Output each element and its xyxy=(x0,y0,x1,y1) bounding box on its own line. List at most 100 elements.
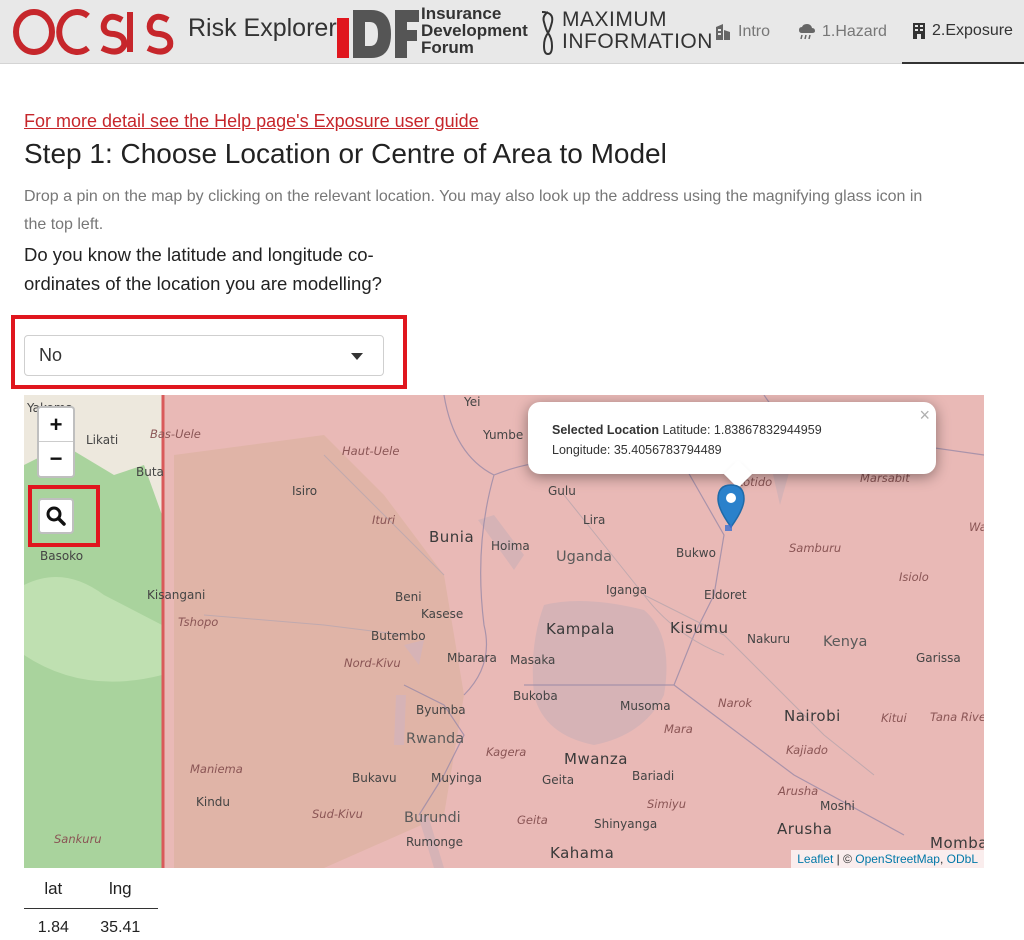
label-kagera: Kagera xyxy=(486,745,527,759)
idf-line-3: Forum xyxy=(421,38,474,57)
label-geita-region: Geita xyxy=(517,813,548,827)
label-garissa: Garissa xyxy=(916,651,961,665)
label-buta: Buta xyxy=(136,465,164,479)
label-geita: Geita xyxy=(542,773,575,787)
label-mwanza: Mwanza xyxy=(564,750,628,768)
label-lira: Lira xyxy=(583,513,606,527)
label-bas-uele: Bas-Uele xyxy=(150,427,201,441)
label-yumbe: Yumbe xyxy=(483,428,524,442)
label-wajir: Wa xyxy=(969,520,984,534)
coords-known-select[interactable]: No xyxy=(24,335,384,376)
tab-intro[interactable]: Intro xyxy=(714,0,770,64)
label-bukwo: Bukwo xyxy=(676,546,716,560)
idf-line-2: Development xyxy=(421,21,528,40)
label-isiro: Isiro xyxy=(292,484,318,498)
leaflet-link[interactable]: Leaflet xyxy=(797,852,833,866)
label-burundi: Burundi xyxy=(404,810,461,826)
label-kahama: Kahama xyxy=(550,844,615,862)
label-narok: Narok xyxy=(718,696,753,710)
table-row: 1.84 35.41 xyxy=(24,908,158,940)
label-shinyanga: Shinyanga xyxy=(594,817,658,831)
label-nakuru: Nakuru xyxy=(747,632,791,646)
coords-question-label: Do you know the latitude and longitude c… xyxy=(24,244,382,294)
label-masaka: Masaka xyxy=(510,653,556,667)
label-bukavu: Bukavu xyxy=(352,771,397,785)
location-popup: Selected Location Latitude: 1.8386783294… xyxy=(528,402,936,489)
label-kisumu: Kisumu xyxy=(670,619,729,637)
label-yei: Yei xyxy=(464,395,481,409)
popup-lat-label: Latitude: xyxy=(658,423,714,437)
label-bunia: Bunia xyxy=(429,528,475,546)
label-byumba: Byumba xyxy=(416,703,466,717)
zoom-in-button[interactable]: + xyxy=(39,408,73,442)
help-guide-link[interactable]: For more detail see the Help page's Expo… xyxy=(24,111,479,132)
label-uganda: Uganda xyxy=(556,549,612,565)
cell-lng: 35.41 xyxy=(100,919,141,937)
label-likati: Likati xyxy=(86,433,119,447)
select-value: No xyxy=(39,345,63,365)
label-ituri: Ituri xyxy=(372,513,396,527)
label-muyinga: Muyinga xyxy=(431,771,482,785)
label-isiolo: Isiolo xyxy=(899,570,929,584)
label-kindu: Kindu xyxy=(196,795,231,809)
label-sankuru: Sankuru xyxy=(54,832,102,846)
maxinfo-text: MAXIMUM INFORMATION xyxy=(562,9,713,53)
close-icon[interactable]: × xyxy=(919,405,930,425)
label-musoma: Musoma xyxy=(620,699,671,713)
tab-hazard-label: 1.Hazard xyxy=(822,23,887,40)
label-kisangani: Kisangani xyxy=(147,588,206,602)
instructions-text: Drop a pin on the map by clicking on the… xyxy=(24,188,923,233)
zoom-out-button[interactable]: − xyxy=(39,442,73,476)
attribution-comma: , xyxy=(939,852,947,866)
popup-lat-value: 1.83867832944959 xyxy=(713,423,822,437)
label-eldoret: Eldoret xyxy=(704,588,747,602)
maxinfo-logo-icon xyxy=(541,11,554,56)
popup-line-2: Longitude: 35.4056783794489 xyxy=(552,440,916,460)
label-beni: Beni xyxy=(395,590,422,604)
label-kajiado: Kajiado xyxy=(786,743,828,757)
label-simiyu: Simiyu xyxy=(647,797,686,811)
attribution-sep: | © xyxy=(833,852,856,866)
label-bariadi: Bariadi xyxy=(632,769,675,783)
map-attribution: Leaflet | © OpenStreetMap, ODbL xyxy=(791,850,984,868)
label-kitui: Kitui xyxy=(881,711,907,725)
app-title: Risk Explorer xyxy=(188,14,337,42)
idf-logo xyxy=(337,10,419,58)
label-haut-uele: Haut-Uele xyxy=(342,444,400,458)
coordinates-table: lat lng 1.84 35.41 xyxy=(24,870,158,940)
label-kasese: Kasese xyxy=(421,607,464,621)
osm-link[interactable]: OpenStreetMap xyxy=(855,852,940,866)
label-rumonge: Rumonge xyxy=(406,835,464,849)
tab-intro-label: Intro xyxy=(738,23,771,40)
label-maniema: Maniema xyxy=(190,762,243,776)
tab-exposure[interactable]: 2.Exposure xyxy=(902,0,1024,64)
zoom-control: + − xyxy=(37,406,75,478)
location-map[interactable]: Yakoma Likati Bas-Uele Buta Haut-Uele Ye… xyxy=(24,395,984,868)
map-search-button[interactable] xyxy=(38,498,74,534)
label-mara: Mara xyxy=(664,722,693,736)
tab-hazard[interactable]: 1.Hazard xyxy=(798,0,887,64)
label-basoko: Basoko xyxy=(40,549,84,563)
maxinfo-line-2: INFORMATION xyxy=(562,30,713,53)
label-tshopo: Tshopo xyxy=(178,615,219,629)
odbl-link[interactable]: ODbL xyxy=(947,852,978,866)
label-rwanda: Rwanda xyxy=(406,731,465,747)
popup-line-1: Selected Location Latitude: 1.8386783294… xyxy=(552,420,916,440)
label-tana-river: Tana River xyxy=(930,710,984,724)
map-pin-icon[interactable] xyxy=(716,483,746,531)
header-lat: lat xyxy=(24,870,83,909)
table-header-row: lat lng xyxy=(24,870,158,909)
popup-lng-label: Longitude: xyxy=(552,443,614,457)
search-icon xyxy=(46,506,66,526)
popup-lng-value: 35.4056783794489 xyxy=(613,443,722,457)
label-hoima: Hoima xyxy=(491,539,530,553)
top-navbar: Risk Explorer Insurance Development Foru… xyxy=(0,0,1024,64)
label-nord-kivu: Nord-Kivu xyxy=(344,656,401,670)
label-samburu: Samburu xyxy=(789,541,842,555)
tab-exposure-label: 2.Exposure xyxy=(932,22,1013,39)
label-sud-kivu: Sud-Kivu xyxy=(312,807,363,821)
popup-title: Selected Location xyxy=(552,423,659,437)
label-bukoba: Bukoba xyxy=(513,689,558,703)
idf-text: Insurance Development Forum xyxy=(421,5,528,56)
label-arusha: Arusha xyxy=(777,820,833,838)
